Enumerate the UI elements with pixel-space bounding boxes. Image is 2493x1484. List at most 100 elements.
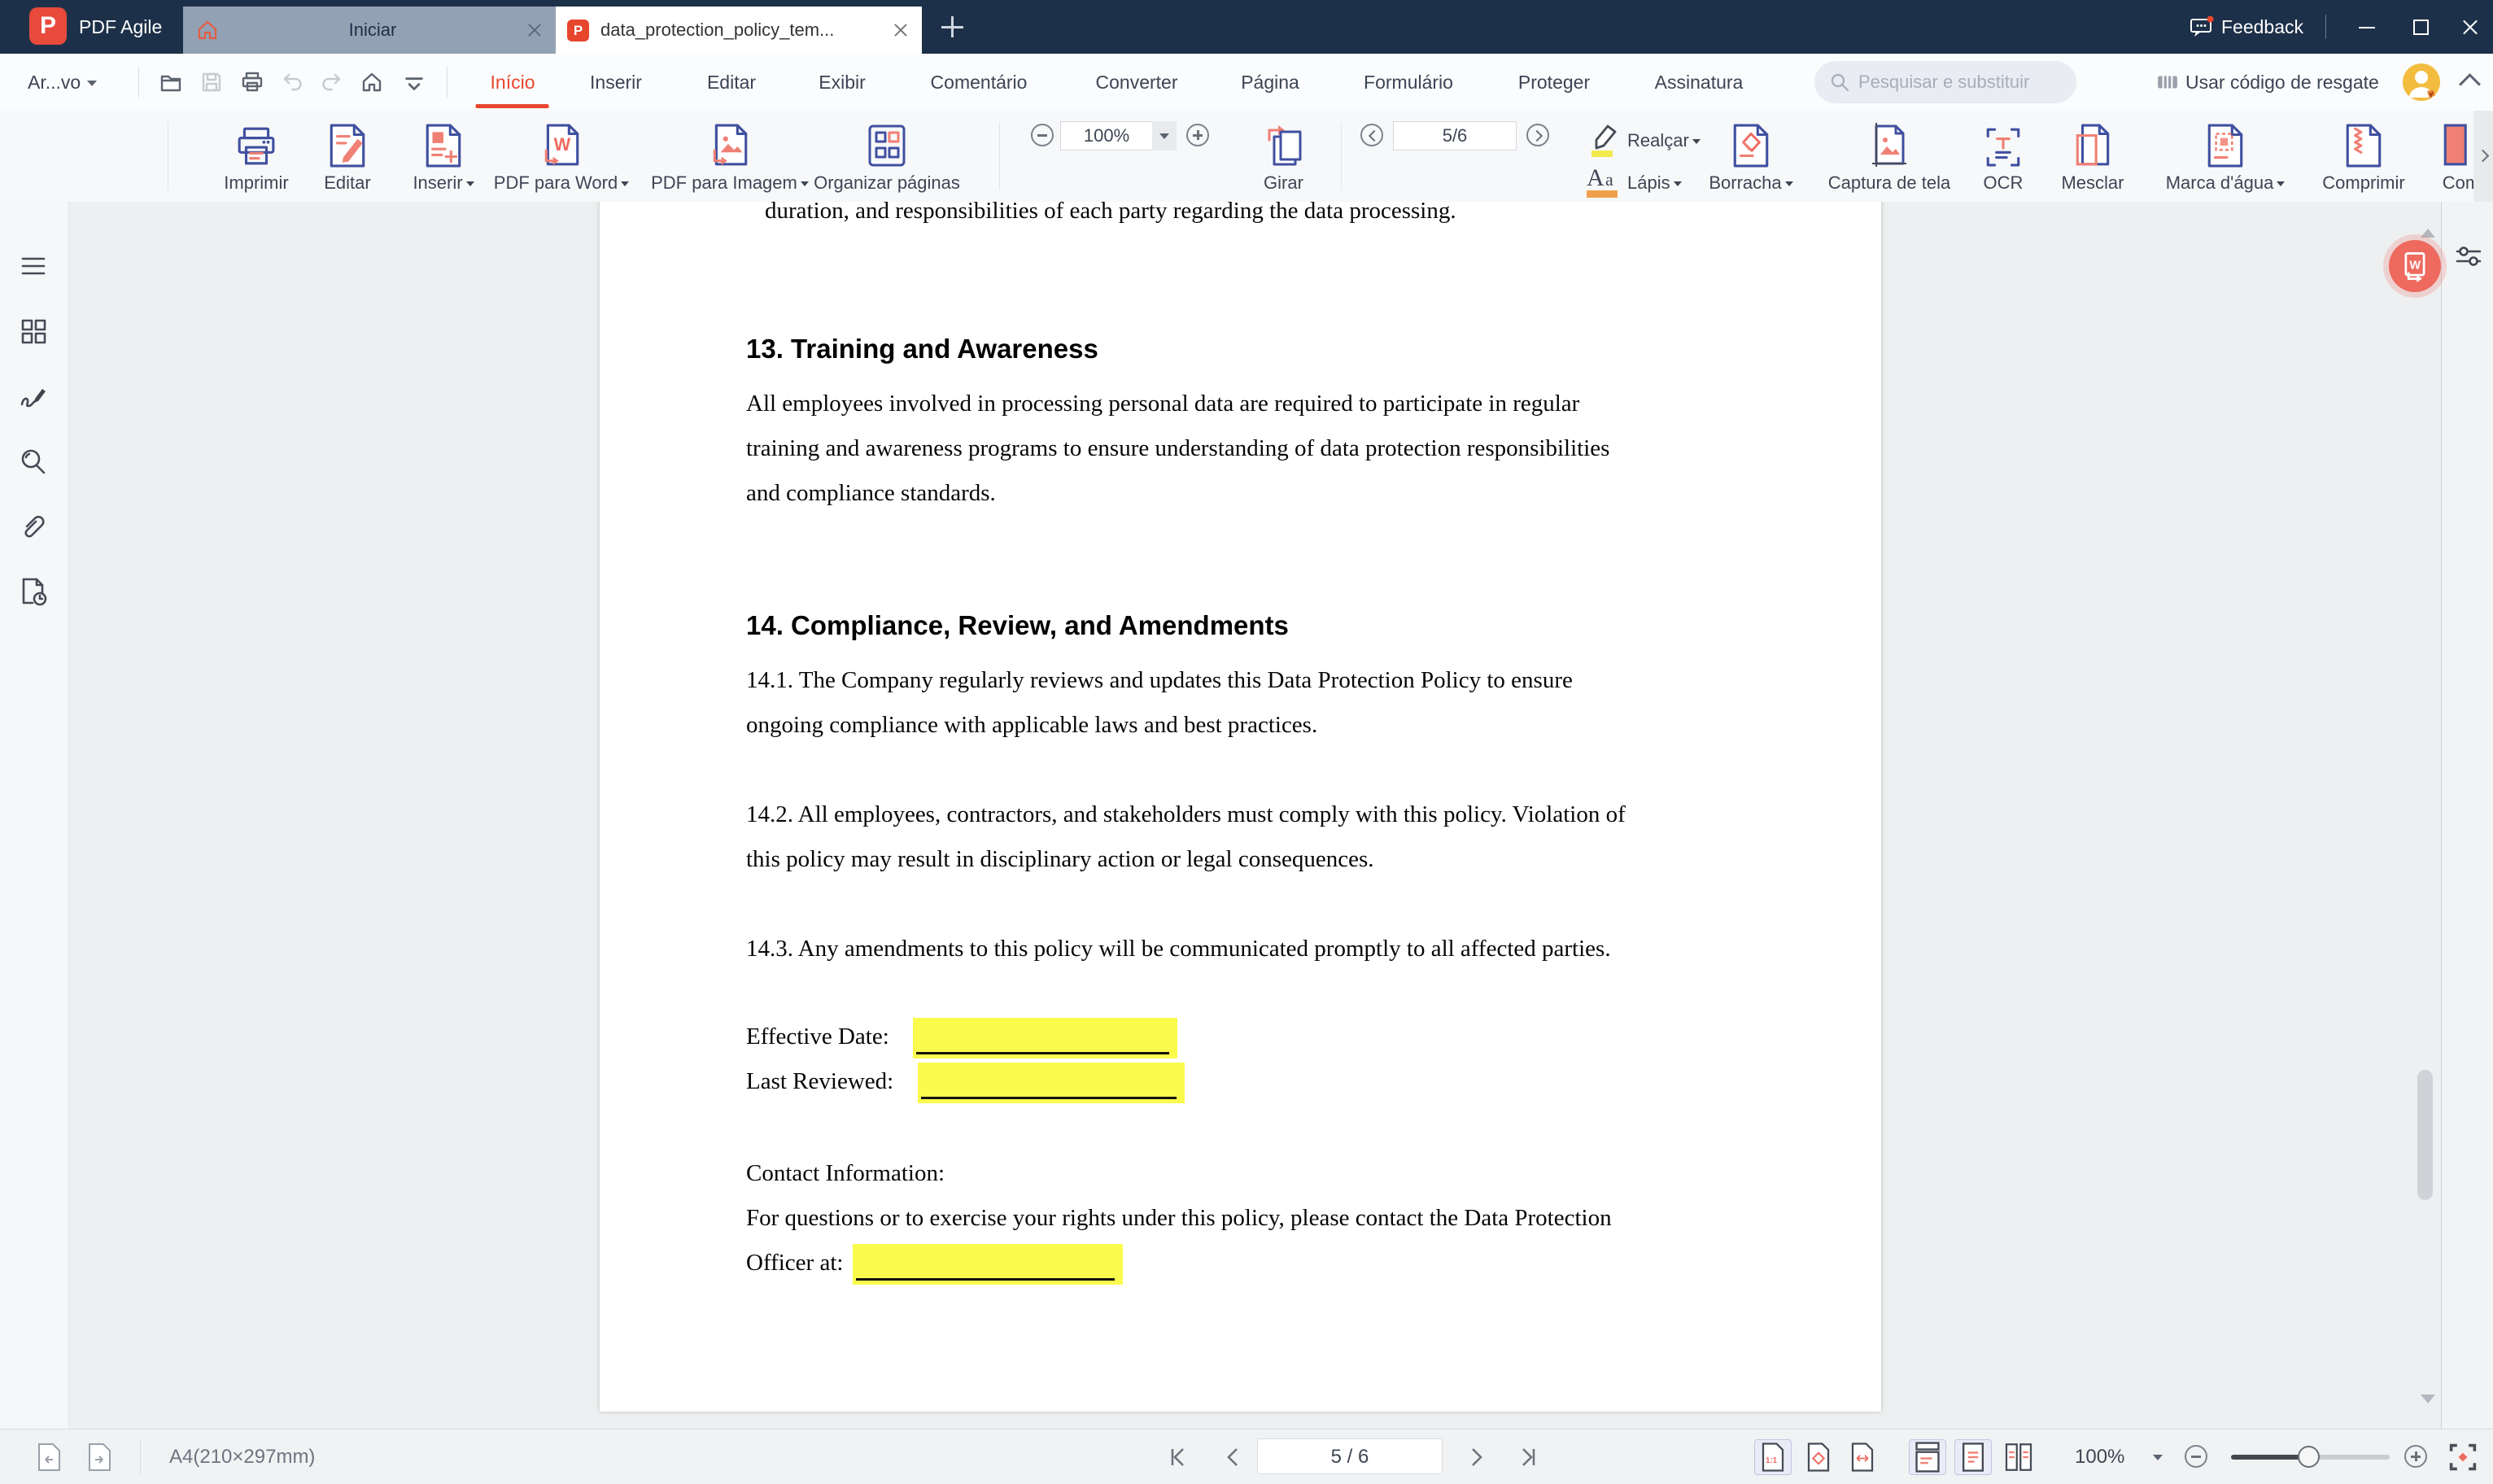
zoom-slider-thumb[interactable] [2298, 1446, 2320, 1468]
signature-icon[interactable] [18, 381, 49, 412]
prev-page-button[interactable] [1360, 124, 1383, 146]
tab-start[interactable]: Iniciar [183, 7, 556, 54]
file-menu[interactable]: Ar...vo [28, 54, 98, 111]
page-value-box[interactable]: 5/6 [1393, 121, 1517, 151]
toolbar: Mão Selecionar Imprimir [0, 111, 2493, 203]
zoom-in-button[interactable] [2404, 1445, 2427, 1468]
zoom-dropdown[interactable] [1152, 121, 1177, 151]
new-tab-button[interactable] [940, 15, 964, 39]
last-page-icon[interactable] [1512, 1443, 1541, 1472]
print-icon[interactable] [241, 71, 264, 94]
thumbnails-icon[interactable] [18, 316, 49, 347]
fullscreen-button[interactable] [2444, 1439, 2482, 1475]
scrollbar-thumb[interactable] [2417, 1070, 2433, 1200]
collapse-toolbar-icon[interactable] [2459, 73, 2481, 95]
chevron-down-icon[interactable] [2153, 1455, 2163, 1460]
close-button[interactable] [2447, 0, 2493, 54]
minimize-button[interactable] [2343, 0, 2389, 54]
doc-text-line: All employees involved in processing per… [746, 391, 1580, 417]
screenshot-button[interactable]: Captura de tela [1800, 116, 1979, 199]
pencil-button[interactable]: Lápis [1627, 172, 1682, 194]
effective-date-highlight[interactable] [913, 1018, 1177, 1058]
home-nav-icon[interactable] [360, 71, 383, 94]
text-style-icon[interactable]: A a [1585, 161, 1621, 200]
zoom-value-label[interactable]: 100% [2075, 1429, 2124, 1484]
organize-pages-icon [868, 124, 906, 167]
maximize-button[interactable] [2397, 0, 2443, 54]
tab-start-close-icon[interactable] [526, 22, 543, 38]
search-placeholder: Pesquisar e substituir [1858, 72, 2030, 92]
menu-converter[interactable]: Converter [1096, 54, 1178, 111]
rotate-label: Girar [1264, 172, 1303, 193]
chevron-down-icon [465, 181, 474, 187]
fit-width-button[interactable] [1844, 1439, 1881, 1475]
menu-pagina[interactable]: Página [1241, 54, 1299, 111]
scroll-down-icon[interactable] [2421, 1395, 2435, 1403]
pdf-agile-window: P PDF Agile Iniciar P data_protection_po… [0, 0, 2493, 1484]
ocr-button[interactable]: OCR [1958, 116, 2048, 199]
tab-document[interactable]: P data_protection_policy_tem... [556, 7, 922, 54]
doc-text-line: duration, and responsibilities of each p… [765, 202, 1456, 224]
redeem-code-button[interactable]: Usar código de resgate [2156, 54, 2379, 111]
previous-page-icon[interactable] [1219, 1443, 1248, 1472]
merge-button[interactable]: Mesclar [2036, 116, 2150, 199]
menu-formulario[interactable]: Formulário [1364, 54, 1453, 111]
feedback-button[interactable]: Feedback [2189, 0, 2303, 54]
doc-text-line: 14.2. All employees, contractors, and st… [746, 801, 1626, 827]
highlighter-icon[interactable] [1585, 119, 1621, 158]
menu-comentario[interactable]: Comentário [931, 54, 1028, 111]
open-file-icon[interactable] [159, 71, 182, 94]
doc-text-line: For questions or to exercise your rights… [746, 1205, 1612, 1231]
chevron-down-icon [1784, 181, 1793, 187]
next-file-icon[interactable] [85, 1443, 114, 1472]
menu-inserir[interactable]: Inserir [590, 54, 642, 111]
statusbar: A4(210×297mm) 5 / 6 1:1 100% [0, 1429, 2493, 1484]
doc-heading-14: 14. Compliance, Review, and Amendments [746, 610, 1289, 640]
last-reviewed-highlight[interactable] [918, 1063, 1185, 1103]
tab-document-close-icon[interactable] [893, 22, 909, 38]
zoom-out-button[interactable] [1031, 124, 1054, 146]
panel-settings-icon[interactable] [2453, 241, 2484, 272]
toolbar-overflow-icon[interactable] [403, 75, 426, 98]
zoom-out-button[interactable] [2185, 1445, 2207, 1468]
single-page-view-button[interactable] [1954, 1439, 1992, 1475]
page-indicator-box[interactable]: 5 / 6 [1257, 1438, 1443, 1474]
next-page-icon[interactable] [1461, 1443, 1491, 1472]
edit-button[interactable]: Editar [299, 116, 396, 199]
word-convert-icon: W [2404, 252, 2425, 282]
zoom-value-box[interactable]: 100% [1060, 121, 1153, 151]
search-input[interactable]: Pesquisar e substituir [1814, 61, 2076, 103]
pdf-to-word-fab[interactable]: W [2389, 240, 2441, 292]
search-icon[interactable] [18, 446, 49, 477]
rotate-pages-button[interactable]: Girar [1241, 116, 1326, 199]
tab-document-label: data_protection_policy_tem... [600, 20, 835, 40]
document-viewport[interactable]: duration, and responsibilities of each p… [69, 202, 2441, 1429]
toolbar-scroll-strip[interactable] [2473, 111, 2493, 202]
pdf-to-word-button[interactable]: W PDF para Word [480, 116, 643, 199]
two-page-view-button[interactable] [2000, 1439, 2037, 1475]
menu-inicio[interactable]: Início [491, 54, 535, 111]
first-page-icon[interactable] [1165, 1443, 1194, 1472]
zoom-in-button[interactable] [1186, 124, 1209, 146]
attachment-icon[interactable] [18, 511, 49, 542]
actual-size-button[interactable]: 1:1 [1754, 1439, 1792, 1475]
menu-editar[interactable]: Editar [707, 54, 756, 111]
menu-assinatura[interactable]: Assinatura [1655, 54, 1744, 111]
recent-history-icon[interactable] [18, 576, 49, 607]
menu-exibir[interactable]: Exibir [819, 54, 866, 111]
pdf-page[interactable]: duration, and responsibilities of each p… [600, 202, 1881, 1412]
pdf-to-image-button[interactable]: PDF para Imagem [636, 116, 823, 199]
menu-icon[interactable] [18, 251, 49, 282]
organize-pages-button[interactable]: Organizar páginas [797, 116, 976, 199]
compress-button[interactable]: Comprimir [2299, 116, 2429, 199]
avatar[interactable] [2403, 63, 2440, 101]
previous-file-icon[interactable] [34, 1443, 63, 1472]
officer-contact-highlight[interactable] [853, 1244, 1123, 1285]
fit-page-button[interactable] [1800, 1439, 1837, 1475]
watermark-button[interactable]: Marca d'água [2144, 116, 2307, 199]
next-page-button[interactable] [1526, 124, 1549, 146]
print-button[interactable]: Imprimir [199, 116, 313, 199]
scroll-up-icon[interactable] [2421, 229, 2435, 238]
continuous-scroll-button[interactable] [1909, 1439, 1946, 1475]
menu-proteger[interactable]: Proteger [1518, 54, 1590, 111]
